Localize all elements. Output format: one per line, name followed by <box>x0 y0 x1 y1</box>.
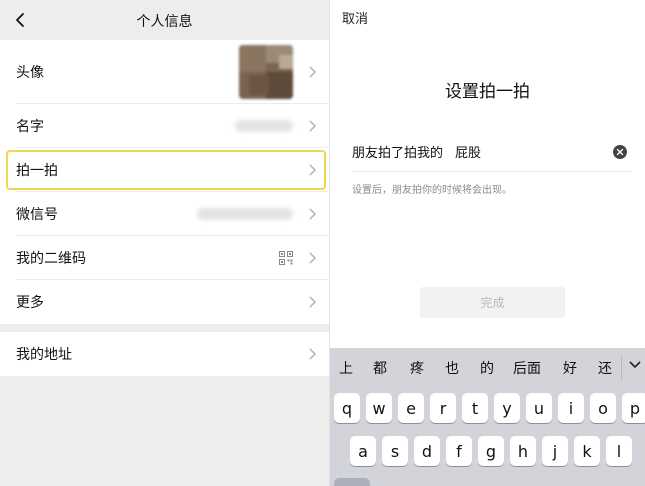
qrcode-icon <box>279 251 293 265</box>
close-icon <box>616 148 624 156</box>
key[interactable]: r <box>430 393 456 423</box>
candidate-bar: 上 都 疼 也 的 后面 好 还 <box>330 348 645 388</box>
row-address[interactable]: 我的地址 <box>0 332 329 376</box>
key[interactable]: s <box>382 436 408 466</box>
candidate[interactable]: 的 <box>480 358 494 378</box>
row-avatar-label: 头像 <box>16 65 44 81</box>
row-more[interactable]: 更多 <box>0 280 329 324</box>
key[interactable]: q <box>334 393 360 423</box>
key[interactable]: p <box>622 393 645 423</box>
key[interactable]: d <box>414 436 440 466</box>
key[interactable]: i <box>558 393 584 423</box>
profile-panel: 个人信息 头像 名字 拍一拍 微信号 我的二维码 更多 我的地址 <box>0 0 329 486</box>
avatar <box>239 45 293 99</box>
row-address-label: 我的地址 <box>16 347 72 363</box>
chevron-right-icon <box>309 348 317 360</box>
key[interactable]: o <box>590 393 616 423</box>
key[interactable]: w <box>366 393 392 423</box>
key[interactable]: e <box>398 393 424 423</box>
chevron-right-icon <box>309 66 317 78</box>
row-name[interactable]: 名字 <box>0 104 329 148</box>
pat-text-field[interactable]: 朋友拍了拍我的 屁股 <box>352 132 631 172</box>
pat-field-prefix: 朋友拍了拍我的 <box>352 146 444 161</box>
candidate[interactable]: 还 <box>598 358 612 378</box>
profile-list: 头像 名字 拍一拍 微信号 我的二维码 更多 <box>0 40 329 324</box>
chevron-right-icon <box>309 252 317 264</box>
key[interactable]: h <box>510 436 536 466</box>
key[interactable]: y <box>494 393 520 423</box>
nav-bar: 个人信息 <box>0 0 329 40</box>
cancel-button[interactable]: 取消 <box>342 8 368 27</box>
row-wechat-id[interactable]: 微信号 <box>0 192 329 236</box>
key[interactable]: g <box>478 436 504 466</box>
candidate[interactable]: 都 <box>373 358 387 378</box>
key[interactable]: a <box>350 436 376 466</box>
row-pat-label: 拍一拍 <box>16 163 58 179</box>
shift-key[interactable] <box>334 478 370 486</box>
pat-field-value[interactable]: 屁股 <box>455 142 481 161</box>
candidate[interactable]: 后面 <box>513 358 541 378</box>
candidate[interactable]: 也 <box>445 358 459 378</box>
key-row-1: q w e r t y u i o p <box>334 393 645 423</box>
row-avatar[interactable]: 头像 <box>0 40 329 104</box>
row-wechat-id-label: 微信号 <box>16 207 58 223</box>
chevron-right-icon <box>309 208 317 220</box>
page-title: 个人信息 <box>136 14 193 30</box>
name-value-blurred <box>235 120 293 132</box>
candidate[interactable]: 疼 <box>410 358 424 378</box>
candidate[interactable]: 上 <box>339 358 353 378</box>
key-row-2: a s d f g h j k l <box>350 436 632 466</box>
candidate[interactable]: 好 <box>563 358 577 378</box>
key[interactable]: t <box>462 393 488 423</box>
settings-title: 设置拍一拍 <box>445 82 530 102</box>
row-more-label: 更多 <box>16 295 44 311</box>
row-qrcode[interactable]: 我的二维码 <box>0 236 329 280</box>
key[interactable]: f <box>446 436 472 466</box>
chevron-right-icon <box>309 296 317 308</box>
hint-text: 设置后，朋友拍你的时候将会出现。 <box>352 185 512 196</box>
address-list: 我的地址 <box>0 332 329 376</box>
row-pat[interactable]: 拍一拍 <box>0 148 329 192</box>
wechat-id-value-blurred <box>197 208 293 220</box>
chevron-right-icon <box>309 164 317 176</box>
key[interactable]: j <box>542 436 568 466</box>
clear-button[interactable] <box>613 145 627 159</box>
key[interactable]: k <box>574 436 600 466</box>
chevron-right-icon <box>309 120 317 132</box>
keyboard: 上 都 疼 也 的 后面 好 还 q w e r t y u i o p a s… <box>330 348 645 486</box>
key[interactable]: u <box>526 393 552 423</box>
row-name-label: 名字 <box>16 119 44 135</box>
chevron-down-icon[interactable] <box>628 360 642 370</box>
row-qrcode-label: 我的二维码 <box>16 251 86 267</box>
done-button[interactable]: 完成 <box>420 287 565 318</box>
key-row-3-partial <box>334 478 376 486</box>
key[interactable]: l <box>606 436 632 466</box>
pat-settings-panel: 取消 设置拍一拍 朋友拍了拍我的 屁股 设置后，朋友拍你的时候将会出现。 完成 … <box>329 0 645 486</box>
